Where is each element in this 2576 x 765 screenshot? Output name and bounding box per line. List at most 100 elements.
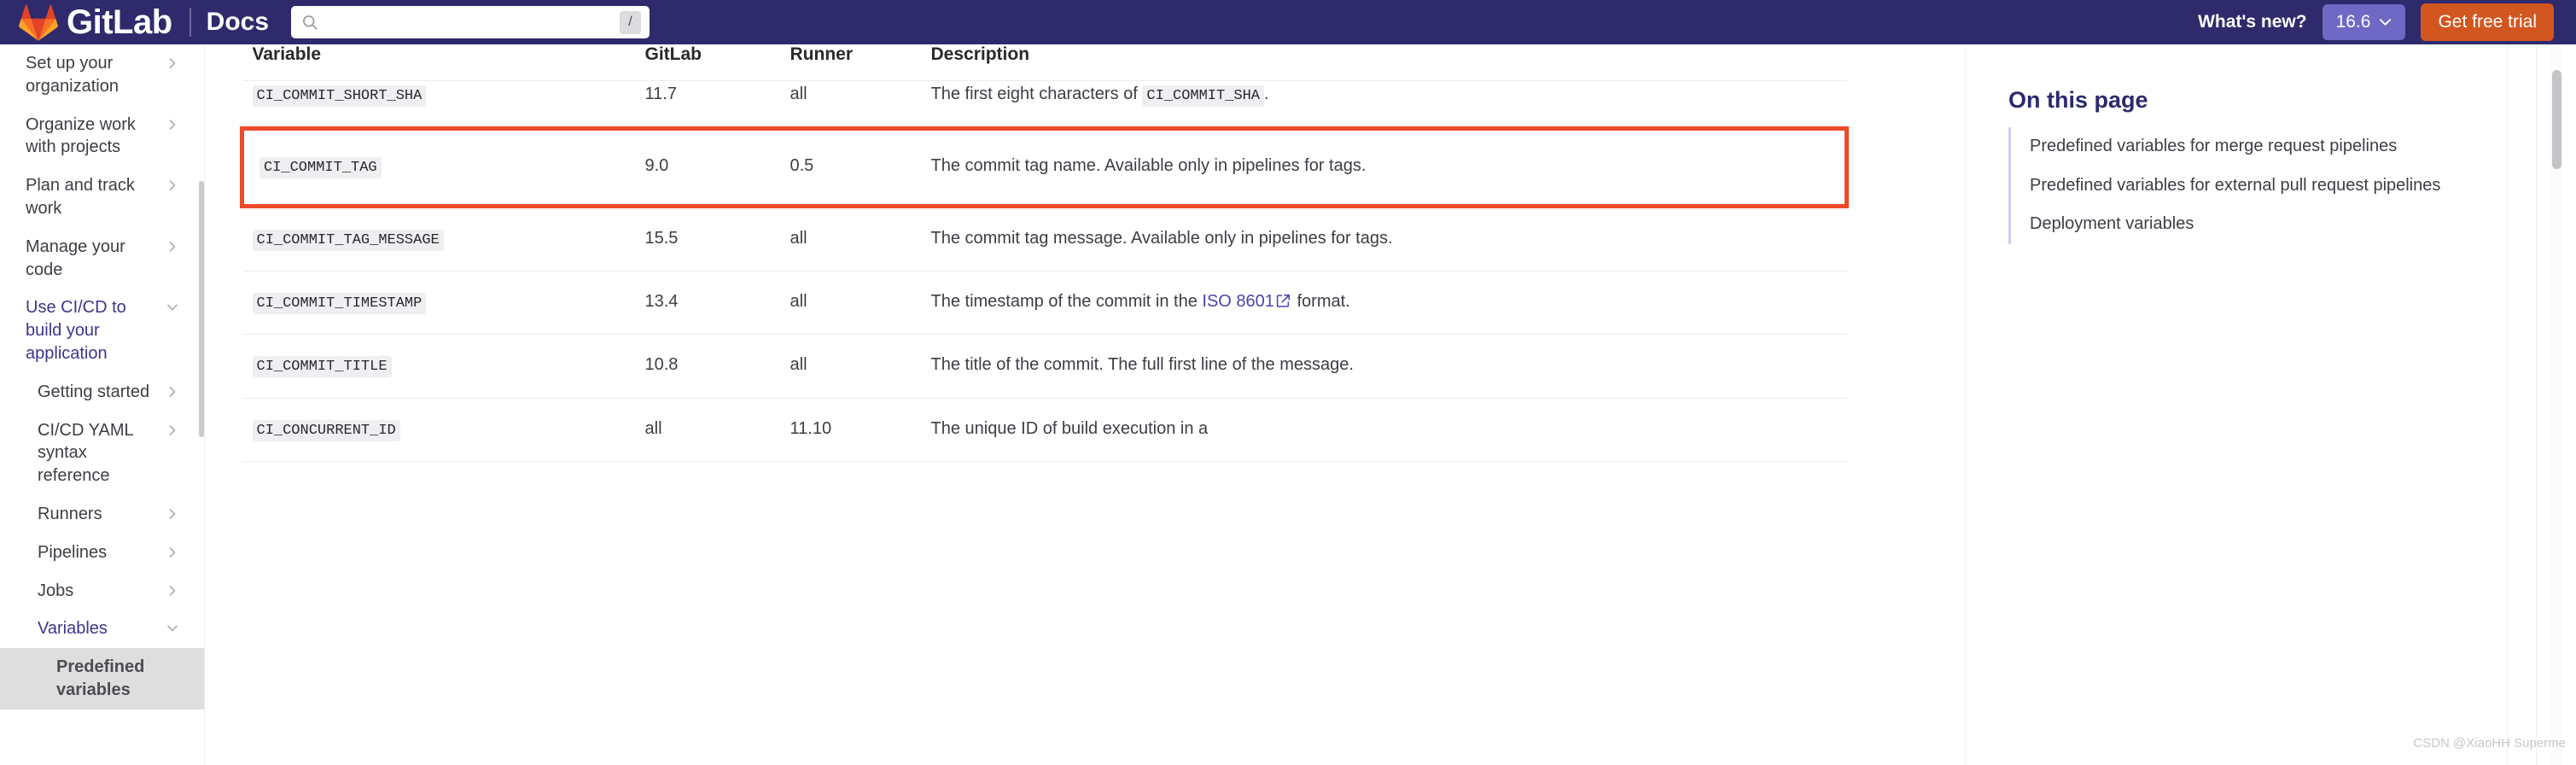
chevron-right-icon bbox=[169, 424, 176, 435]
table-row: CI_COMMIT_TIMESTAMP 13.4 all The timestamp … bbox=[242, 271, 1847, 336]
sidebar-item-pipelines[interactable]: Pipelines bbox=[0, 534, 204, 572]
sidebar-item-plan-and-track-work[interactable]: Plan and track work bbox=[0, 166, 204, 228]
search-icon bbox=[303, 15, 318, 30]
column-header-variable: Variable bbox=[242, 44, 635, 81]
variable-name-code: CI_COMMIT_TIMESTAMP bbox=[252, 293, 427, 315]
version-selector-label: 16.6 bbox=[2335, 12, 2371, 32]
sidebar-item-use-ci-cd-to-build-your-application[interactable]: Use CI/CD to build your application bbox=[0, 289, 204, 372]
on-this-page-item[interactable]: Predefined variables for merge request p… bbox=[2011, 127, 2576, 166]
description-text: The title of the commit. The full first … bbox=[930, 355, 1354, 375]
cell-description: The commit tag name. Available only in p… bbox=[920, 126, 1849, 208]
cell-variable: CI_COMMIT_TAG_MESSAGE bbox=[242, 206, 635, 272]
sidebar-divider-1 bbox=[2507, 44, 2508, 765]
cell-variable: CI_COMMIT_TIMESTAMP bbox=[242, 271, 635, 336]
search-box[interactable]: / bbox=[291, 6, 650, 38]
sidebar-item-label: Use CI/CD to build your application bbox=[26, 298, 126, 363]
cell-description: The unique ID of build execution in a bbox=[920, 398, 1847, 463]
sidebar-item-label: Pipelines bbox=[38, 542, 108, 562]
table-header: Variable GitLab Runner Description bbox=[242, 44, 1847, 81]
sidebar-item-label: Set up your organization bbox=[26, 54, 119, 96]
get-free-trial-button[interactable]: Get free trial bbox=[2421, 3, 2554, 41]
variable-name-code: CI_COMMIT_TAG bbox=[259, 157, 382, 179]
main-content-area: Variable GitLab Runner Description CI_CO… bbox=[206, 44, 1964, 765]
brand-name: GitLab bbox=[67, 3, 172, 41]
column-header-gitlab: GitLab bbox=[634, 44, 780, 81]
table-row: CI_COMMIT_SHORT_SHA 11.7 all The first eigh… bbox=[242, 80, 1847, 130]
sidebar-item-jobs[interactable]: Jobs bbox=[0, 572, 204, 610]
sidebar-item-getting-started[interactable]: Getting started bbox=[0, 373, 204, 412]
top-navigation-bar: GitLab Docs / What's new? 16.6 Get free … bbox=[0, 0, 2576, 44]
cell-gitlab-version: all bbox=[634, 398, 780, 463]
description-text: The first eight characters of bbox=[930, 85, 1143, 103]
left-sidebar-navigation[interactable]: Set up your organization Organize work wi… bbox=[0, 44, 205, 765]
cell-runner-version: all bbox=[779, 206, 921, 272]
watermark-text: CSDN @XiaoHH Superme bbox=[2413, 736, 2566, 750]
description-text: The timestamp of the commit in the bbox=[930, 292, 1203, 312]
sidebar-item-predefined-variables[interactable]: Predefined variables bbox=[0, 648, 204, 710]
sidebar-item-label: Predefined variables bbox=[56, 657, 145, 699]
on-this-page-sidebar: On this page Predefined variables for me… bbox=[1965, 44, 2576, 765]
sidebar-item-manage-your-code[interactable]: Manage your code bbox=[0, 228, 204, 289]
sidebar-divider-2 bbox=[2536, 44, 2537, 765]
sidebar-item-runners[interactable]: Runners bbox=[0, 495, 204, 534]
brand-logo[interactable]: GitLab Docs bbox=[19, 3, 269, 41]
gitlab-tanuki-icon bbox=[19, 4, 58, 41]
cell-gitlab-version: 10.8 bbox=[634, 334, 780, 399]
description-suffix: . bbox=[1264, 85, 1269, 103]
cell-description: The timestamp of the commit in the ISO 8… bbox=[920, 271, 1847, 336]
description-suffix: format. bbox=[1291, 292, 1350, 312]
sidebar-item-list: Set up your organization Organize work wi… bbox=[0, 44, 204, 710]
cell-gitlab-version: 13.4 bbox=[634, 271, 780, 336]
chevron-right-icon bbox=[169, 546, 176, 558]
sidebar-item-variables[interactable]: Variables bbox=[0, 610, 204, 648]
sidebar-item-label: Runners bbox=[38, 504, 102, 523]
inline-code: CI_COMMIT_SHA bbox=[1142, 85, 1265, 107]
chevron-right-icon bbox=[169, 58, 176, 68]
sidebar-item-label: Variables bbox=[38, 619, 108, 639]
whats-new-link[interactable]: What's new? bbox=[2198, 12, 2307, 32]
description-text: The commit tag message. Available only i… bbox=[930, 228, 1393, 248]
cell-runner-version: 11.10 bbox=[779, 398, 921, 463]
chevron-right-icon bbox=[169, 509, 176, 519]
table-row: CI_CONCURRENT_ID all 11.10 The unique ID of… bbox=[242, 398, 1847, 463]
sidebar-scrollbar[interactable] bbox=[199, 181, 204, 437]
cell-gitlab-version: 11.7 bbox=[634, 80, 780, 130]
sidebar-item-label: Plan and track work bbox=[26, 176, 135, 218]
table-body: CI_COMMIT_SHORT_SHA 11.7 all The first eigh… bbox=[240, 80, 1849, 463]
table-row: CI_COMMIT_TITLE 10.8 all The title of the c… bbox=[242, 334, 1847, 399]
brand-docs-label: Docs bbox=[206, 8, 270, 36]
cell-variable: CI_COMMIT_TAG bbox=[240, 126, 635, 208]
sidebar-item-ci-cd-yaml-syntax-reference[interactable]: CI/CD YAML syntax reference bbox=[0, 412, 204, 495]
chevron-right-icon bbox=[169, 119, 176, 130]
page-scrollbar-thumb[interactable] bbox=[2552, 70, 2561, 169]
chevron-down-icon bbox=[167, 305, 178, 311]
cell-gitlab-version: 9.0 bbox=[634, 126, 780, 208]
sidebar-item-set-up-your-organization[interactable]: Set up your organization bbox=[0, 44, 204, 106]
search-input[interactable] bbox=[325, 14, 621, 31]
column-header-runner: Runner bbox=[779, 44, 921, 81]
cell-variable: CI_COMMIT_SHORT_SHA bbox=[242, 80, 635, 130]
sidebar-item-label: Getting started bbox=[38, 382, 150, 401]
chevron-right-icon bbox=[169, 241, 176, 252]
sidebar-item-organize-work-with-projects[interactable]: Organize work with projects bbox=[0, 106, 204, 167]
sidebar-item-label: Manage your code bbox=[26, 237, 125, 279]
column-header-description: Description bbox=[920, 44, 1847, 81]
chevron-right-icon bbox=[169, 585, 176, 596]
on-this-page-item[interactable]: Predefined variables for external pull r… bbox=[2011, 166, 2576, 206]
cell-description: The commit tag message. Available only i… bbox=[920, 206, 1847, 272]
search-container: / bbox=[291, 6, 650, 38]
cell-description: The first eight characters of CI_COMMIT_… bbox=[920, 80, 1847, 130]
cell-variable: CI_COMMIT_TITLE bbox=[242, 334, 635, 399]
variable-name-code: CI_COMMIT_SHORT_SHA bbox=[252, 85, 427, 107]
cell-runner-version: all bbox=[779, 271, 921, 336]
external-link-icon bbox=[1276, 294, 1291, 307]
version-selector-button[interactable]: 16.6 bbox=[2322, 4, 2406, 40]
on-this-page-item[interactable]: Deployment variables bbox=[2011, 205, 2576, 244]
on-this-page-title: On this page bbox=[2008, 87, 2148, 113]
description-text: The unique ID of build execution in a bbox=[930, 418, 1209, 438]
variable-name-code: CI_CONCURRENT_ID bbox=[252, 419, 400, 441]
cell-variable: CI_CONCURRENT_ID bbox=[242, 398, 635, 463]
table-header-row: Variable GitLab Runner Description bbox=[242, 44, 1847, 81]
external-link[interactable]: ISO 8601 bbox=[1202, 292, 1274, 311]
table-row: CI_COMMIT_TAG_MESSAGE 15.5 all The commit t… bbox=[242, 206, 1847, 272]
